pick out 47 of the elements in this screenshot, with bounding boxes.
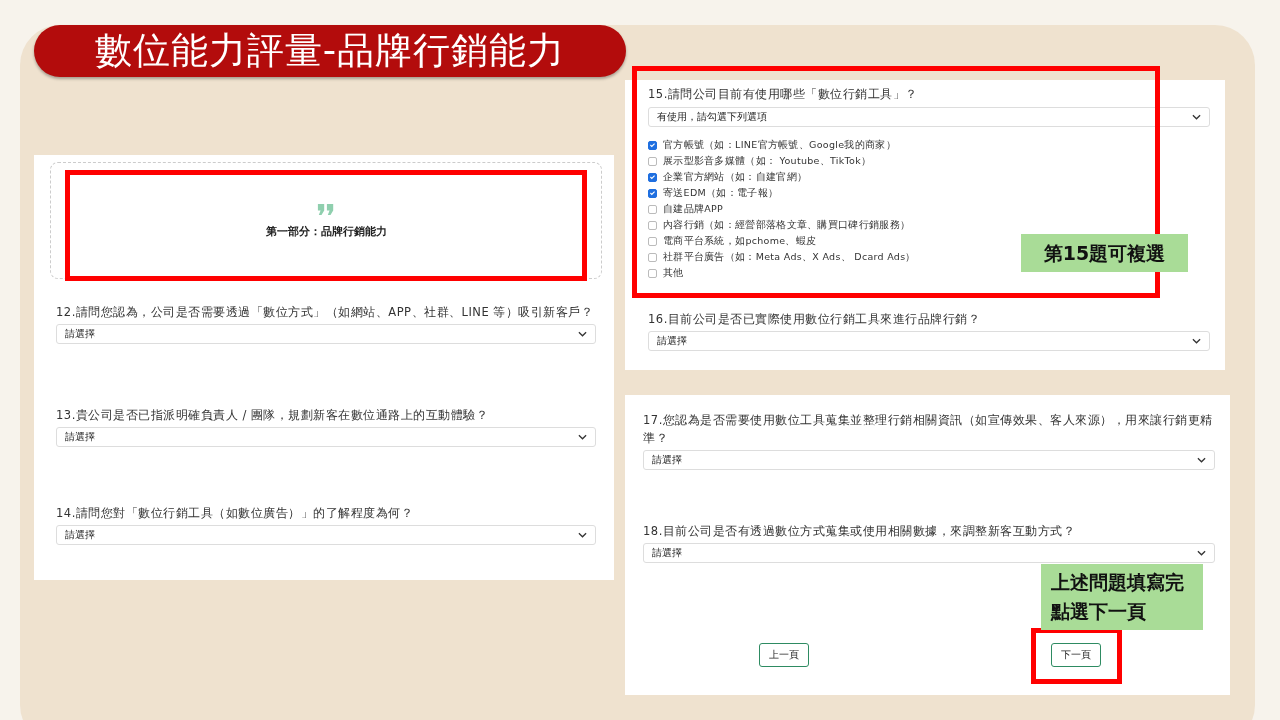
question-text: 12.請問您認為，公司是否需要透過「數位方式」（如網站、APP、社群、LINE 等）吸引新客戶？ [56, 304, 595, 321]
dropdown-field[interactable]: 請選擇 [56, 525, 596, 545]
checkbox[interactable] [648, 188, 657, 198]
section-heading: 第一部分：品牌行銷能力 [265, 223, 387, 239]
dropdown-field[interactable]: 有使用，請勾選下列選項 [648, 107, 1210, 127]
checkbox[interactable] [648, 204, 657, 214]
checkbox[interactable] [648, 268, 657, 278]
chevron-down-icon [1197, 457, 1206, 463]
question-text: 18.目前公司是否有透過數位方式蒐集或使用相關數據，來調整新客互動方式？ [643, 523, 1077, 540]
chevron-down-icon [1197, 550, 1206, 556]
option-label: 電商平台系統，如pchome、蝦皮 [663, 234, 817, 248]
option-label: 自建品牌APP [663, 202, 724, 216]
dropdown-field[interactable]: 請選擇 [643, 450, 1215, 470]
slide-title: 數位能力評量-品牌行銷能力 [34, 25, 626, 77]
dropdown-field[interactable]: 請選擇 [643, 543, 1215, 563]
dropdown-field[interactable]: 請選擇 [56, 427, 596, 447]
chevron-down-icon [1192, 338, 1201, 344]
option-label: 寄送EDM（如：電子報） [663, 186, 779, 200]
checkbox[interactable] [648, 140, 657, 150]
checkbox[interactable] [648, 236, 657, 246]
question-text: 16.目前公司是否已實際使用數位行銷工具來進行品牌行銷？ [648, 311, 982, 328]
chevron-down-icon [578, 331, 587, 337]
previous-button[interactable]: 上一頁 [759, 643, 809, 667]
question-text: 13.貴公司是否已指派明確負責人 / 團隊，規劃新客在數位通路上的互動體驗？ [56, 407, 490, 424]
question-text: 15.請問公司目前有使用哪些「數位行銷工具」？ [648, 86, 919, 103]
next-button[interactable]: 下一頁 [1051, 643, 1101, 667]
option-label: 內容行銷（如：經營部落格文章、購買口碑行銷服務） [663, 218, 911, 232]
callout-text: 第15題可複選 [1042, 241, 1167, 266]
option-label: 社群平台廣告（如：Meta Ads、X Ads、 Dcard Ads） [663, 250, 916, 264]
quote-icon [317, 202, 335, 216]
chevron-down-icon [578, 532, 587, 538]
option-label: 展示型影音多媒體（如： Youtube、TikTok） [663, 154, 872, 168]
chevron-down-icon [1192, 114, 1201, 120]
callout-text: 上述問題填寫完 [1051, 570, 1185, 595]
question-text: 17.您認為是否需要使用數位工具蒐集並整理行銷相關資訊（如宣傳效果、客人來源），用來讓行銷更精準？ [643, 412, 1214, 447]
callout-text: 點選下一頁 [1051, 599, 1147, 624]
checkbox[interactable] [648, 172, 657, 182]
checkbox[interactable] [648, 156, 657, 166]
chevron-down-icon [578, 434, 587, 440]
dropdown-field[interactable]: 請選擇 [648, 331, 1210, 351]
checkbox[interactable] [648, 220, 657, 230]
question-text: 14.請問您對「數位行銷工具（如數位廣告）」的了解程度為何？ [56, 505, 415, 522]
checkbox[interactable] [648, 252, 657, 262]
option-label: 其他 [663, 266, 684, 280]
option-label: 企業官方網站（如：自建官網） [663, 170, 808, 184]
option-label: 官方帳號（如：LINE官方帳號、Google我的商家） [663, 138, 896, 152]
dropdown-field[interactable]: 請選擇 [56, 324, 596, 344]
